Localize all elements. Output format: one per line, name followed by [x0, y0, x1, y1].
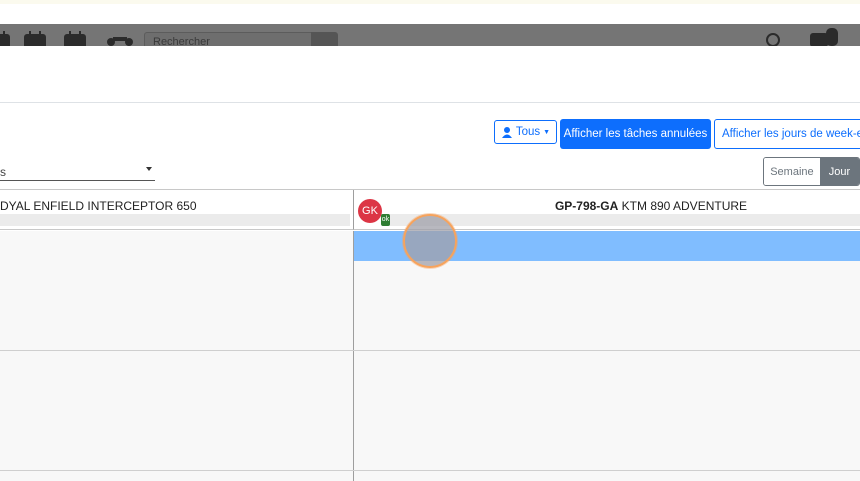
- search-input[interactable]: Rechercher: [144, 32, 312, 46]
- plate-number: GP-798-GA: [554, 199, 619, 213]
- day-view-button[interactable]: Jour: [819, 158, 859, 185]
- hour-divider: [0, 470, 860, 471]
- user-filter-icon: [501, 126, 512, 138]
- avatar[interactable]: GK: [358, 199, 382, 223]
- show-weekend-days-button[interactable]: Afficher les jours de week-end: [714, 119, 860, 149]
- resource-day-column[interactable]: [0, 231, 354, 481]
- notification-icon[interactable]: [826, 28, 838, 46]
- show-cancelled-tasks-button[interactable]: Afficher les tâches annulées: [560, 119, 711, 149]
- view-toggle: Semaine Jour: [763, 157, 860, 186]
- page-header: [0, 46, 860, 103]
- top-notice-strip: [0, 0, 860, 4]
- calendar-icon[interactable]: [64, 31, 86, 46]
- week-view-button[interactable]: Semaine: [764, 158, 820, 185]
- resource-select[interactable]: s: [0, 161, 155, 181]
- resource-title: GP-798-GA KTM 890 ADVENTURE: [354, 199, 860, 213]
- motorcycle-icon[interactable]: [106, 35, 134, 46]
- vehicle-model: KTM 890 ADVENTURE: [621, 199, 748, 213]
- resource-column-header: DYAL ENFIELD INTERCEPTOR 650: [0, 190, 354, 230]
- status-badge: ok: [381, 214, 390, 226]
- resource-bar: [384, 214, 860, 226]
- top-navbar: Rechercher: [0, 24, 860, 46]
- calendar-icon[interactable]: [24, 31, 46, 46]
- search-button[interactable]: [311, 32, 338, 46]
- resource-title: DYAL ENFIELD INTERCEPTOR 650: [0, 199, 197, 213]
- filter-dropdown-button[interactable]: Tous ▼: [494, 120, 557, 144]
- calendar-icon[interactable]: [0, 31, 10, 46]
- filter-label: Tous: [515, 126, 541, 138]
- hour-divider: [0, 350, 860, 351]
- resource-bar: [0, 214, 350, 226]
- history-icon[interactable]: [766, 33, 780, 46]
- resource-day-column[interactable]: [354, 231, 860, 481]
- chevron-down-icon: ▼: [543, 128, 551, 136]
- click-cursor-indicator: [403, 214, 457, 268]
- select-value: s: [0, 165, 6, 179]
- chevron-down-icon: [146, 167, 152, 171]
